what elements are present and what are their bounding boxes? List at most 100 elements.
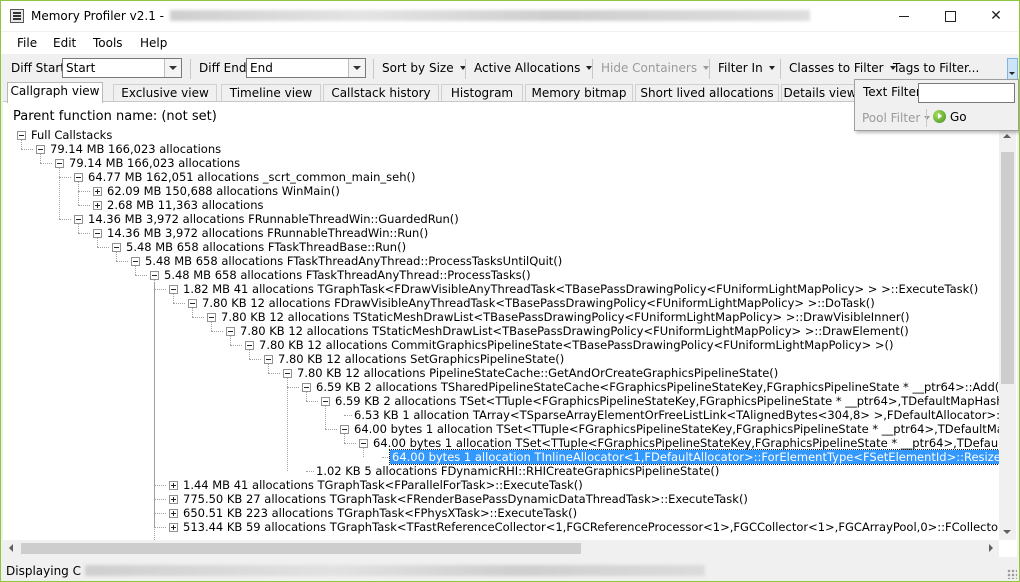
title-bar[interactable]: Memory Profiler v2.1 - ✕ <box>1 1 1019 31</box>
tree-row[interactable]: 775.50 KB 27 allocations TGraphTask<FRen… <box>3 492 999 506</box>
expand-icon[interactable] <box>169 523 178 532</box>
tree-node-label[interactable]: 7.80 KB 12 allocations FDrawVisibleAnyTh… <box>200 296 877 310</box>
tree-row[interactable]: 1.44 MB 41 allocations TGraphTask<FParal… <box>3 478 999 492</box>
tree-node-label[interactable]: 5.48 MB 658 allocations FTaskThreadAnyTh… <box>143 254 564 268</box>
tree-row[interactable]: 62.09 MB 150,688 allocations WinMain() <box>3 184 999 198</box>
vertical-scrollbar[interactable] <box>999 128 1016 540</box>
tree-row[interactable]: 79.14 MB 166,023 allocations <box>3 156 999 170</box>
collapse-icon[interactable] <box>112 243 121 252</box>
tree-row[interactable]: Full Callstacks <box>3 128 999 142</box>
tree-row[interactable]: 1.02 KB 5 allocations FDynamicRHI::RHICr… <box>3 464 999 478</box>
scroll-right-icon[interactable] <box>989 544 993 552</box>
pool-filter-dropdown[interactable]: Pool Filter <box>862 111 931 125</box>
tree-row[interactable]: 5.48 MB 658 allocations FTaskThreadAnyTh… <box>3 268 999 282</box>
tree-node-label[interactable]: 7.80 KB 12 allocations SetGraphicsPipeli… <box>276 352 566 366</box>
tree-node-label[interactable]: 7.80 KB 12 allocations TStaticMeshDrawLi… <box>219 310 912 324</box>
collapse-icon[interactable] <box>74 173 83 182</box>
tree-row[interactable]: 6.59 KB 2 allocations TSharedPipelineSta… <box>3 380 999 394</box>
collapse-icon[interactable] <box>188 299 197 308</box>
tree-node-label[interactable]: 6.59 KB 2 allocations TSet<TTuple<FGraph… <box>333 394 999 408</box>
chevron-down-icon[interactable] <box>164 59 181 77</box>
tree-row[interactable]: 2.68 MB 11,363 allocations <box>3 198 999 212</box>
collapse-icon[interactable] <box>264 355 273 364</box>
tab-timeline-view[interactable]: Timeline view <box>221 84 321 102</box>
tab-details-view[interactable]: Details view <box>781 84 859 102</box>
tree-node-label[interactable]: 2.68 MB 11,363 allocations <box>105 198 266 212</box>
collapse-icon[interactable] <box>17 131 26 140</box>
menu-help[interactable]: Help <box>140 36 167 50</box>
collapse-icon[interactable] <box>55 159 64 168</box>
expand-icon[interactable] <box>93 201 102 210</box>
tree-node-label[interactable]: 1.02 KB 5 allocations FDynamicRHI::RHICr… <box>314 464 721 478</box>
horizontal-scroll-thumb[interactable] <box>21 543 581 554</box>
tab-callstack-history[interactable]: Callstack history <box>323 84 439 102</box>
vertical-scroll-thumb[interactable] <box>1001 152 1014 384</box>
tree-node-label[interactable]: 5.48 MB 658 allocations FTaskThreadBase:… <box>124 240 408 254</box>
collapse-icon[interactable] <box>36 145 45 154</box>
tab-exclusive-view[interactable]: Exclusive view <box>113 84 217 102</box>
tree-row[interactable]: 64.00 bytes 1 allocation TInlineAllocato… <box>3 449 999 465</box>
tree-node-label[interactable]: 64.00 bytes 1 allocation TSet<TTuple<FGr… <box>371 436 999 450</box>
tree-row[interactable]: 6.59 KB 2 allocations TSet<TTuple<FGraph… <box>3 394 999 408</box>
tree-node-label[interactable]: 14.36 MB 3,972 allocations FRunnableThre… <box>86 212 461 226</box>
sort-by-dropdown[interactable]: Sort by Size <box>382 61 466 75</box>
tree-row[interactable]: 1.82 MB 41 allocations TGraphTask<FDrawV… <box>3 282 999 296</box>
tree-row[interactable]: 14.36 MB 3,972 allocations FRunnableThre… <box>3 212 999 226</box>
tree-node-label[interactable]: 6.59 KB 2 allocations TSharedPipelineSta… <box>314 380 999 394</box>
tab-short-lived-allocations[interactable]: Short lived allocations <box>635 84 779 102</box>
tree-node-label[interactable]: 7.80 KB 12 allocations CommitGraphicsPip… <box>257 338 895 352</box>
scroll-down-icon[interactable] <box>1003 530 1011 534</box>
maximize-button[interactable] <box>927 1 973 31</box>
tree-row[interactable]: 7.80 KB 12 allocations CommitGraphicsPip… <box>3 338 999 352</box>
tags-to-filter-button[interactable]: Tags to Filter... <box>893 61 979 75</box>
collapse-icon[interactable] <box>226 327 235 336</box>
collapse-icon[interactable] <box>359 439 368 448</box>
menu-file[interactable]: File <box>17 36 37 50</box>
collapse-icon[interactable] <box>302 383 311 392</box>
tree-node-label[interactable]: 79.14 MB 166,023 allocations <box>48 142 223 156</box>
tree-row[interactable]: 64.00 bytes 1 allocation TSet<TTuple<FGr… <box>3 436 999 450</box>
tree-row[interactable]: 14.36 MB 3,972 allocations FRunnableThre… <box>3 226 999 240</box>
tree-node-label[interactable]: 1.44 MB 41 allocations TGraphTask<FParal… <box>181 478 585 492</box>
tree-node-label[interactable]: 7.80 KB 12 allocations PipelineStateCach… <box>295 366 780 380</box>
toolbar-overflow-button[interactable] <box>1007 58 1018 80</box>
tree-node-label[interactable]: 1.82 MB 41 allocations TGraphTask<FDrawV… <box>181 282 980 296</box>
scroll-up-icon[interactable] <box>1003 134 1011 138</box>
collapse-icon[interactable] <box>93 229 102 238</box>
collapse-icon[interactable] <box>321 397 330 406</box>
tree-node-label[interactable]: 6.53 KB 1 allocation TArray<TSparseArray… <box>352 408 999 422</box>
active-allocations-dropdown[interactable]: Active Allocations <box>474 61 593 75</box>
tree-node-label-selected[interactable]: 64.00 bytes 1 allocation TInlineAllocato… <box>389 449 999 465</box>
tree-node-label[interactable]: 14.36 MB 3,972 allocations FRunnableThre… <box>105 226 430 240</box>
resize-grip-icon[interactable] <box>1007 569 1017 579</box>
tree-row[interactable]: 64.00 bytes 1 allocation TSet<TTuple<FGr… <box>3 422 999 436</box>
tree-node-label[interactable]: 62.09 MB 150,688 allocations WinMain() <box>105 184 342 198</box>
diff-end-select[interactable]: End <box>246 58 366 78</box>
minimize-button[interactable] <box>881 1 927 31</box>
tree-node-label[interactable]: 64.77 MB 162,051 allocations _scrt_commo… <box>86 170 417 184</box>
tab-histogram[interactable]: Histogram <box>441 84 523 102</box>
tree-node-label[interactable]: 650.51 KB 223 allocations TGraphTask<FPh… <box>181 506 579 520</box>
collapse-icon[interactable] <box>131 257 140 266</box>
tree-node-label[interactable]: 513.44 KB 59 allocations TGraphTask<TFas… <box>181 520 999 534</box>
collapse-icon[interactable] <box>340 425 349 434</box>
tree-row[interactable]: 7.80 KB 12 allocations TStaticMeshDrawLi… <box>3 324 999 338</box>
collapse-icon[interactable] <box>283 369 292 378</box>
callgraph-tree[interactable]: Full Callstacks 79.14 MB 166,023 allocati… <box>3 128 999 540</box>
chevron-down-icon[interactable] <box>348 59 365 77</box>
text-filter-input[interactable] <box>918 83 1015 103</box>
collapse-icon[interactable] <box>245 341 254 350</box>
tree-row[interactable]: 513.44 KB 59 allocations TGraphTask<TFas… <box>3 520 999 534</box>
tree-row[interactable]: 7.80 KB 12 allocations FDrawVisibleAnyTh… <box>3 296 999 310</box>
tree-row[interactable]: 7.80 KB 12 allocations PipelineStateCach… <box>3 366 999 380</box>
horizontal-scrollbar[interactable] <box>3 540 999 557</box>
close-button[interactable]: ✕ <box>973 1 1019 31</box>
tree-node-label[interactable]: 7.80 KB 12 allocations TStaticMeshDrawLi… <box>238 324 911 338</box>
filter-in-dropdown[interactable]: Filter In <box>718 61 775 75</box>
scroll-left-icon[interactable] <box>9 544 13 552</box>
tab-callgraph-view[interactable]: Callgraph view <box>7 82 103 103</box>
tree-row[interactable]: 7.80 KB 12 allocations SetGraphicsPipeli… <box>3 352 999 366</box>
tree-row[interactable]: 5.48 MB 658 allocations FTaskThreadAnyTh… <box>3 254 999 268</box>
diff-start-select[interactable]: Start <box>62 58 182 78</box>
tree-node-label[interactable]: 775.50 KB 27 allocations TGraphTask<FRen… <box>181 492 750 506</box>
